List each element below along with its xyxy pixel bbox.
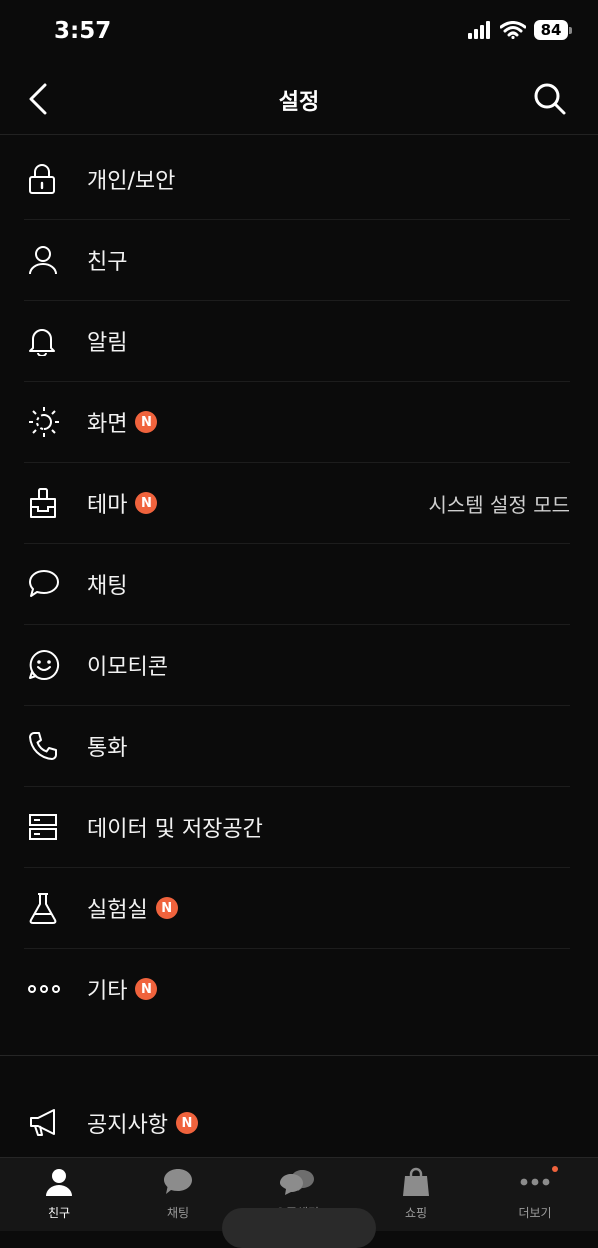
menu-label: 통화 [87,736,128,761]
battery-level: 84 [540,21,562,39]
tab-label: 채팅 [166,1206,190,1220]
tab-label: 더보기 [518,1206,552,1220]
lock-icon [28,159,68,199]
chat-bubble-icon [28,564,68,604]
friends-tab-icon [41,1164,77,1200]
bell-icon [28,321,68,361]
new-badge: N [135,978,158,1000]
menu-item-chat[interactable]: 채팅 [24,544,570,625]
cellular-signal-icon [468,21,490,39]
menu-item-labs[interactable]: 실험실 N [24,868,570,949]
menu-label: 화면 [87,412,128,437]
menu-label: 테마 [87,493,128,518]
tab-more[interactable]: 더보기 [490,1164,580,1224]
more-dots-icon [28,969,68,1009]
menu-item-etc[interactable]: 기타 N [24,949,570,1029]
menu-label: 개인/보안 [87,169,176,194]
new-badge: N [155,897,178,919]
page-title: 설정 [278,90,320,115]
tab-friends[interactable]: 친구 [14,1164,104,1224]
menu-label: 이모티콘 [87,655,168,680]
new-badge: N [175,1112,198,1134]
menu-item-theme[interactable]: 테마 N 시스템 설정 모드 [24,463,570,544]
phone-icon [28,726,68,766]
section-divider [0,1055,598,1056]
new-badge: N [135,492,158,514]
openchat-tab-icon [279,1164,315,1200]
theme-brush-icon [28,483,68,523]
status-bar: 3:57 84 [0,0,598,64]
battery-indicator: 84 [534,20,572,40]
nav-bar: 설정 [0,64,598,135]
shopping-bag-icon [398,1164,434,1200]
menu-item-friends[interactable]: 친구 [24,220,570,301]
storage-icon [28,807,68,847]
tab-label: 친구 [47,1206,71,1220]
search-button[interactable] [530,78,570,120]
menu-label: 채팅 [87,574,128,599]
menu-item-display[interactable]: 화면 N [24,382,570,463]
search-icon [534,83,566,115]
settings-menu: 개인/보안 친구 알림 화면 N 테마 N 시스템 설정 모드 채팅 이모티콘 … [24,139,570,1029]
tab-chat[interactable]: 채팅 [133,1164,223,1224]
megaphone-icon [28,1103,68,1143]
menu-label: 데이터 및 저장공간 [87,817,263,842]
menu-item-calls[interactable]: 통화 [24,706,570,787]
menu-item-notices[interactable]: 공지사항 N [24,1083,570,1163]
person-icon [28,240,68,280]
wifi-icon [500,21,526,39]
floating-overlay-pill[interactable] [222,1208,376,1248]
menu-label: 기타 [87,979,128,1004]
more-tab-icon [517,1164,553,1200]
menu-item-emoticons[interactable]: 이모티콘 [24,625,570,706]
menu-label: 공지사항 [87,1113,168,1138]
tab-shopping[interactable]: 쇼핑 [371,1164,461,1224]
status-time: 3:57 [54,18,112,44]
tab-label: 쇼핑 [404,1206,428,1220]
menu-item-notifications[interactable]: 알림 [24,301,570,382]
theme-value: 시스템 설정 모드 [428,492,570,517]
new-badge: N [135,411,158,433]
menu-label: 실험실 [87,898,148,923]
brightness-icon [28,402,68,442]
menu-item-privacy[interactable]: 개인/보안 [24,139,570,220]
menu-label: 알림 [87,331,128,356]
chat-tab-icon [160,1164,196,1200]
notification-dot [552,1166,558,1172]
smiley-icon [28,645,68,685]
menu-item-data-storage[interactable]: 데이터 및 저장공간 [24,787,570,868]
status-icons: 84 [468,20,572,40]
menu-label: 친구 [87,250,128,275]
flask-icon [28,888,68,928]
